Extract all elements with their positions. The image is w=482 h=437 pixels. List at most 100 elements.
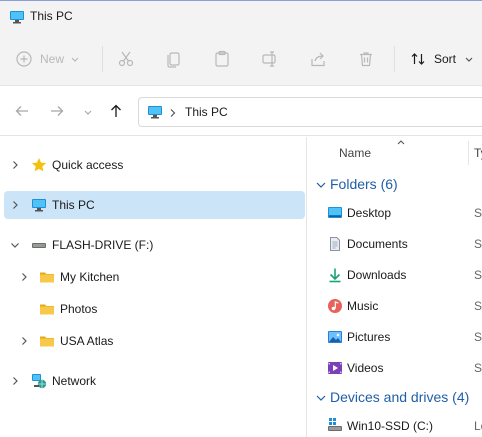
folder-type: Sy (474, 330, 482, 344)
star-icon (31, 158, 47, 172)
collapse-chevron-icon (316, 182, 326, 188)
nav-item-my-kitchen[interactable]: My Kitchen (4, 263, 305, 291)
cut-button[interactable] (116, 49, 136, 69)
column-header-type[interactable]: Ty (474, 146, 482, 160)
copy-button[interactable] (164, 49, 184, 69)
copy-icon (167, 52, 180, 68)
drive-type: Lo (474, 419, 482, 433)
folder-icon (40, 304, 54, 315)
folder-type: Sy (474, 299, 482, 313)
collapse-chevron-icon[interactable] (10, 240, 20, 250)
up-arrow-icon[interactable] (108, 103, 124, 119)
forward-arrow-icon[interactable] (49, 103, 65, 119)
toolbar-divider (102, 46, 103, 72)
folder-icon (40, 272, 54, 283)
this-pc-icon (9, 9, 25, 25)
delete-button[interactable] (356, 49, 376, 69)
content-pane: Name Ty Folders (6) Desktop Sy Documents… (308, 137, 482, 437)
nav-item-quick-access[interactable]: Quick access (4, 151, 305, 179)
this-pc-icon (32, 199, 46, 212)
folder-name: Videos (347, 361, 384, 375)
collapse-chevron-icon (316, 395, 326, 401)
nav-item-label: This PC (52, 198, 95, 212)
list-item-desktop[interactable]: Desktop Sy (308, 201, 482, 225)
column-header-name[interactable]: Name (339, 146, 371, 160)
list-item-documents[interactable]: Documents Sy (308, 232, 482, 256)
folder-name: Pictures (347, 330, 391, 344)
picture-icon (328, 331, 342, 343)
nav-item-label: USA Atlas (60, 334, 114, 348)
list-item-pictures[interactable]: Pictures Sy (308, 325, 482, 349)
nav-item-photos[interactable]: Photos (4, 295, 305, 323)
navigation-pane: Quick access This PC FLASH-DRIVE (F:) My… (0, 137, 307, 437)
new-button-label: New (40, 52, 65, 66)
file-explorer-window: This PC New Sort This PC Quick access Th… (0, 0, 482, 437)
column-divider[interactable] (468, 141, 469, 165)
folder-name: Music (347, 299, 379, 313)
rename-icon (262, 51, 276, 67)
breadcrumb-this-pc[interactable]: This PC (185, 105, 228, 119)
expand-chevron-icon[interactable] (10, 200, 20, 210)
address-bar[interactable]: This PC (138, 97, 482, 127)
folder-name: Downloads (347, 268, 407, 282)
plus-circle-icon (16, 51, 32, 67)
list-item-downloads[interactable]: Downloads Sy (308, 263, 482, 287)
nav-item-usa-atlas[interactable]: USA Atlas (4, 327, 305, 355)
list-item-drive-c[interactable]: Win10-SSD (C:) Lo (308, 414, 482, 437)
download-arrow-icon (329, 268, 341, 283)
document-icon (330, 237, 340, 251)
folders-group-label: Folders (6) (330, 176, 398, 192)
video-icon (328, 362, 342, 374)
toolbar-divider (394, 46, 395, 72)
folder-type: Sy (474, 361, 482, 375)
list-item-music[interactable]: Music Sy (308, 294, 482, 318)
usb-drive-icon (32, 243, 46, 248)
title-bar[interactable]: This PC (0, 0, 482, 32)
paste-button[interactable] (212, 49, 232, 69)
nav-item-label: Photos (60, 302, 98, 316)
sort-button-label: Sort (434, 52, 457, 66)
desktop-folder-icon (328, 207, 342, 218)
folder-name: Documents (347, 237, 408, 251)
nav-item-label: FLASH-DRIVE (F:) (52, 238, 154, 252)
window-title: This PC (30, 9, 73, 23)
sort-button[interactable]: Sort (410, 47, 474, 71)
back-arrow-icon[interactable] (14, 103, 30, 119)
nav-item-network[interactable]: Network (4, 367, 305, 395)
rename-button[interactable] (260, 49, 280, 69)
music-icon (328, 299, 342, 313)
expand-chevron-icon[interactable] (19, 272, 29, 282)
nav-item-label: My Kitchen (60, 270, 120, 284)
drives-group-header[interactable]: Devices and drives (4) (312, 387, 482, 407)
folder-type: Sy (474, 268, 482, 282)
share-button[interactable] (308, 49, 328, 69)
expand-chevron-icon[interactable] (10, 160, 20, 170)
new-button[interactable]: New (16, 47, 80, 71)
folder-type: Sy (474, 237, 482, 251)
nav-item-flash-drive[interactable]: FLASH-DRIVE (F:) (4, 231, 305, 259)
command-bar: New Sort (0, 32, 482, 86)
recent-locations-chevron-icon[interactable] (83, 107, 93, 117)
network-icon (32, 374, 47, 389)
drives-group-label: Devices and drives (4) (330, 389, 470, 405)
expand-chevron-icon[interactable] (19, 336, 29, 346)
this-pc-icon (147, 104, 163, 120)
trash-icon (360, 52, 372, 67)
chevron-down-icon (71, 57, 79, 62)
folder-icon (40, 336, 54, 347)
folders-group-header[interactable]: Folders (6) (312, 174, 482, 194)
sort-ascending-caret-icon (397, 140, 405, 145)
nav-item-label: Quick access (52, 158, 124, 172)
drive-name: Win10-SSD (C:) (347, 419, 434, 433)
clipboard-icon (215, 50, 229, 67)
folder-type: Sy (474, 206, 482, 220)
sort-arrows-icon (411, 53, 425, 65)
share-icon (311, 52, 325, 67)
breadcrumb-chevron-icon[interactable] (169, 108, 177, 118)
nav-item-this-pc[interactable]: This PC (4, 191, 305, 219)
list-item-videos[interactable]: Videos Sy (308, 356, 482, 380)
scissors-icon (118, 51, 134, 67)
windows-drive-icon (328, 418, 342, 431)
expand-chevron-icon[interactable] (10, 376, 20, 386)
chevron-down-icon (465, 57, 473, 62)
